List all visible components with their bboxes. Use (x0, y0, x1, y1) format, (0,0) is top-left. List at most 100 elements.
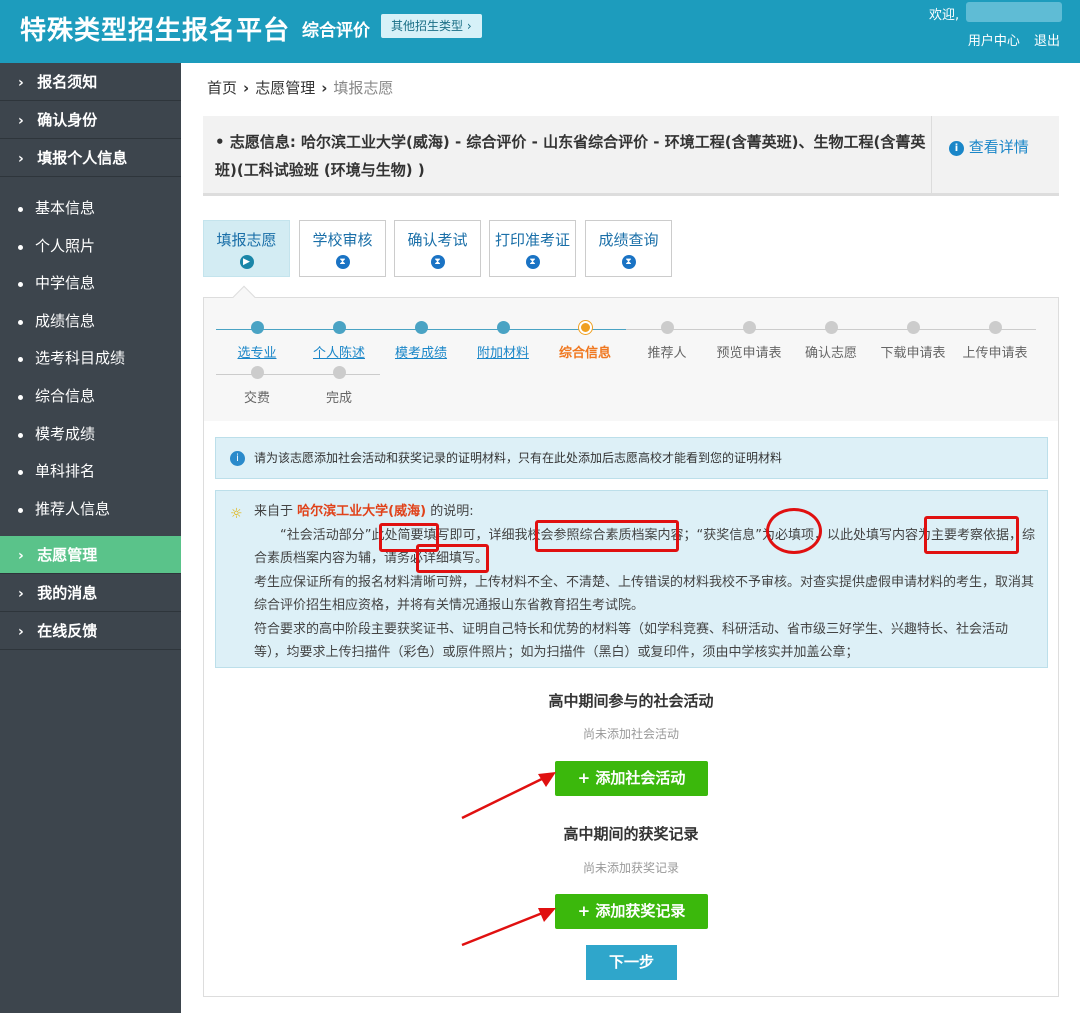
volunteer-info-value: 志愿信息: 哈尔滨工业大学(威海) - 综合评价 - 山东省综合评价 - 环境工… (215, 133, 926, 179)
tab-pointer (232, 285, 256, 309)
step-label: 模考成绩 (394, 346, 447, 361)
view-detail-link[interactable]: i 查看详情 (949, 136, 1029, 157)
tab-fill-volunteer[interactable]: 填报志愿 ▶ (203, 220, 290, 277)
step-attachments[interactable]: 附加材料 (462, 321, 544, 361)
sidebar-item-confirm-identity[interactable]: › 确认身份 (0, 101, 181, 139)
step-confirm: 确认志愿 (790, 321, 872, 361)
platform-title: 特殊类型招生报名平台 (20, 16, 291, 46)
notice-from: 来自于 (254, 504, 294, 519)
sidebar-sublabel: 基本信息 (35, 199, 96, 217)
blurred-username (966, 2, 1062, 22)
tab-school-review[interactable]: 学校审核 ⧗ (299, 220, 386, 277)
chevron-right-icon: › (321, 79, 328, 97)
chevron-right-icon: › (18, 548, 24, 565)
sidebar-sublabel: 个人照片 (35, 236, 96, 255)
chevron-right-icon: › (18, 586, 24, 603)
add-social-activity-button[interactable]: + 添加社会活动 (555, 761, 708, 796)
form-panel: 选专业 个人陈述 模考成绩 附加材料 综合信息 推荐人 预览申请表 确认志愿 下… (203, 285, 1059, 997)
chevron-right-icon: › (18, 75, 24, 91)
step-mock-scores[interactable]: 模考成绩 (380, 321, 462, 361)
tab-confirm-exam[interactable]: 确认考试 ⧗ (394, 220, 481, 277)
sidebar-subitem-referee[interactable]: 推荐人信息 (0, 491, 181, 529)
add-award-button[interactable]: + 添加获奖记录 (555, 894, 708, 929)
volunteer-info-text: • 志愿信息: 哈尔滨工业大学(威海) - 综合评价 - 山东省综合评价 - 环… (215, 133, 926, 179)
user-center-link[interactable]: 用户中心 (968, 34, 1020, 49)
awards-title: 高中期间的获奖记录 (563, 825, 699, 843)
step-comprehensive[interactable]: 综合信息 (544, 321, 626, 361)
sidebar-subitem-mock-exam[interactable]: 模考成绩 (0, 416, 181, 454)
logout-link[interactable]: 退出 (1034, 34, 1060, 49)
step-label: 个人陈述 (312, 346, 365, 361)
header-links: 用户中心 退出 (958, 30, 1060, 49)
step-label: 选专业 (237, 346, 277, 361)
chevron-right-icon: › (243, 79, 250, 97)
sidebar-subitem-school-info[interactable]: 中学信息 (0, 265, 181, 303)
awards-empty: 尚未添加获奖记录 (582, 861, 679, 875)
sidebar-submenu: 基本信息 个人照片 中学信息 成绩信息 选考科目成绩 综合信息 模考成绩 单科排… (0, 177, 181, 537)
step-personal-statement[interactable]: 个人陈述 (298, 321, 380, 361)
highlight-box (535, 520, 679, 552)
top-header: 特殊类型招生报名平台 综合评价 其他招生类型 › 欢迎, 用户中心 退出 (0, 0, 1080, 63)
tab-print-ticket[interactable]: 打印准考证 ⧗ (489, 220, 576, 277)
step-label: 推荐人 (647, 346, 687, 361)
hourglass-icon: ⧗ (430, 255, 445, 269)
sidebar-subitem-scores[interactable]: 成绩信息 (0, 303, 181, 341)
highlight-circle (766, 508, 822, 554)
sidebar-item-feedback[interactable]: › 在线反馈 (0, 612, 181, 651)
sidebar-subitem-photo[interactable]: 个人照片 (0, 228, 181, 266)
play-icon: ▶ (239, 255, 254, 269)
sidebar-item-messages[interactable]: › 我的消息 (0, 574, 181, 613)
step-label: 确认志愿 (804, 346, 857, 361)
social-activities-title: 高中期间参与的社会活动 (548, 692, 714, 710)
sidebar-sublabel: 中学信息 (35, 274, 96, 293)
sidebar-item-notice[interactable]: › 报名须知 (0, 63, 181, 101)
welcome-text: 欢迎, (929, 8, 960, 23)
sidebar-item-volunteer-manage[interactable]: › 志愿管理 (0, 536, 181, 575)
notice-school: 哈尔滨工业大学(威海) (297, 504, 427, 519)
sidebar-item-personal-info[interactable]: › 填报个人信息 (0, 139, 181, 177)
hourglass-icon: ⧗ (621, 255, 636, 269)
sidebar-sublabel: 模考成绩 (35, 424, 96, 443)
other-type-label: 其他招生类型 (391, 19, 464, 33)
step-preview: 预览申请表 (708, 321, 790, 361)
step-bar: 选专业 个人陈述 模考成绩 附加材料 综合信息 推荐人 预览申请表 确认志愿 下… (204, 285, 1058, 421)
sidebar-subitem-comprehensive[interactable]: 综合信息 (0, 378, 181, 416)
tab-label: 成绩查询 (598, 231, 659, 249)
breadcrumb-home[interactable]: 首页 (207, 79, 237, 97)
sidebar: › 报名须知 › 确认身份 › 填报个人信息 基本信息 个人照片 中学信息 成绩… (0, 63, 181, 1013)
step-download: 下载申请表 (872, 321, 954, 361)
step-label: 预览申请表 (716, 346, 782, 361)
sidebar-subitem-basic-info[interactable]: 基本信息 (0, 190, 181, 228)
breadcrumb-current: 填报志愿 (333, 79, 394, 97)
info-tip-text: 请为该志愿添加社会活动和获奖记录的证明材料，只有在此处添加后志愿高校才能看到您的… (254, 451, 783, 465)
sidebar-subitem-elective-scores[interactable]: 选考科目成绩 (0, 340, 181, 378)
sidebar-sublabel: 成绩信息 (35, 311, 96, 330)
info-icon: i (230, 451, 245, 466)
chevron-right-icon: › (18, 624, 24, 641)
social-activities-empty: 尚未添加社会活动 (582, 727, 679, 741)
next-step-button[interactable]: 下一步 (586, 945, 677, 980)
admission-type: 综合评价 (302, 21, 370, 41)
tab-label: 填报志愿 (216, 231, 277, 249)
highlight-box (924, 516, 1019, 554)
step-payment: 交费 (216, 366, 298, 406)
breadcrumb: 首页 › 志愿管理 › 填报志愿 (207, 77, 393, 98)
notice-paragraph-3: 符合要求的高中阶段主要获奖证书、证明自己特长和优势的材料等（如学科竞赛、科研活动… (254, 621, 1009, 661)
sidebar-label: 志愿管理 (37, 546, 98, 565)
notice-suffix: 的说明: (430, 504, 474, 519)
notice-paragraph-2: 考生应保证所有的报名材料清晰可辨，上传材料不全、不清楚、上传错误的材料我校不予审… (254, 574, 1035, 614)
tab-label: 学校审核 (312, 231, 373, 249)
sidebar-label: 填报个人信息 (37, 149, 128, 167)
step-select-major[interactable]: 选专业 (216, 321, 298, 361)
sidebar-label: 确认身份 (37, 111, 98, 129)
other-type-button[interactable]: 其他招生类型 › (381, 14, 482, 38)
step-complete: 完成 (298, 366, 380, 406)
step-referee: 推荐人 (626, 321, 708, 361)
chevron-right-icon: › (18, 113, 24, 129)
tab-score-query[interactable]: 成绩查询 ⧗ (585, 220, 672, 277)
sidebar-sublabel: 选考科目成绩 (35, 349, 126, 368)
sidebar-sublabel: 单科排名 (35, 462, 96, 481)
sidebar-subitem-subject-rank[interactable]: 单科排名 (0, 453, 181, 491)
breadcrumb-level2[interactable]: 志愿管理 (255, 79, 315, 97)
sidebar-sublabel: 推荐人信息 (35, 499, 111, 518)
